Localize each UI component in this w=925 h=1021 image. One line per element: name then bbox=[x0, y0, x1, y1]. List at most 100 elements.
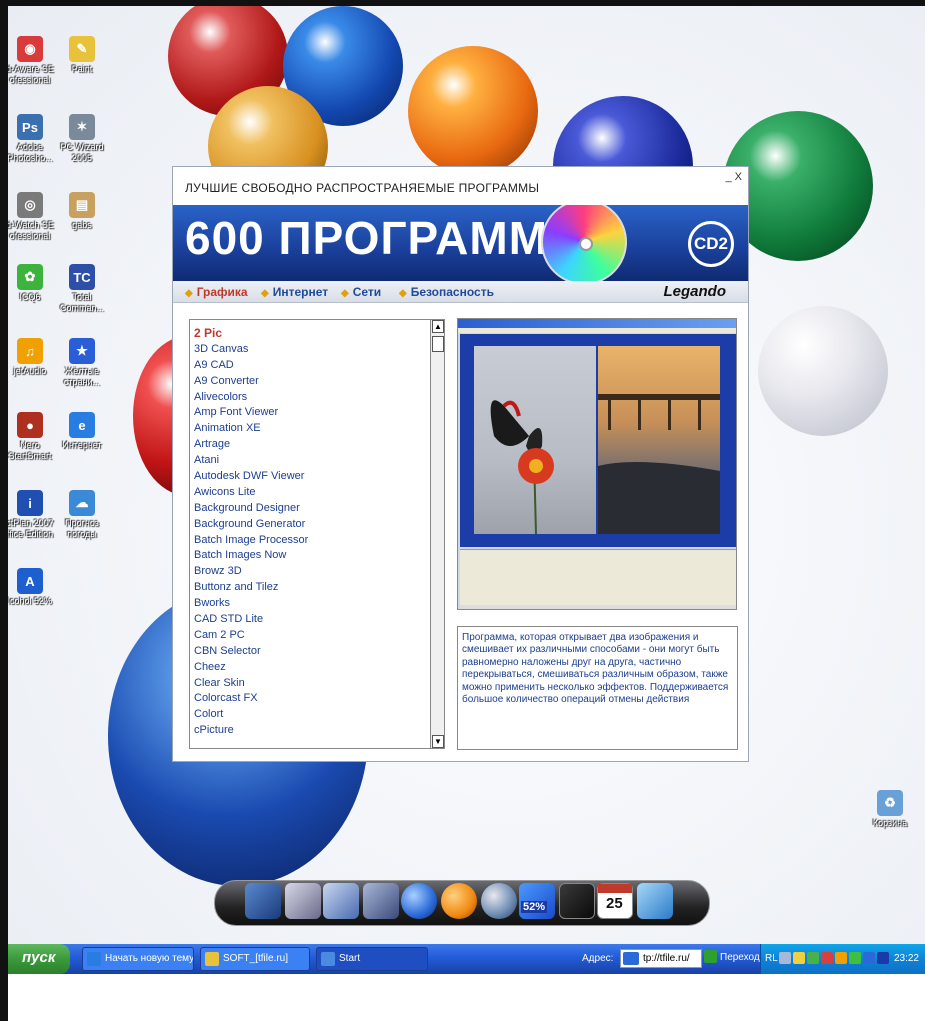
calendar-icon[interactable]: 25 bbox=[597, 883, 633, 919]
scroll-down-icon[interactable]: ▼ bbox=[432, 735, 444, 748]
tab-security[interactable]: ◆ Безопасность bbox=[399, 285, 494, 299]
program-list-item[interactable]: Amp Font Viewer bbox=[194, 405, 424, 421]
scroll-thumb[interactable] bbox=[432, 336, 444, 352]
tray-app-icon[interactable] bbox=[863, 952, 875, 964]
desktop-icon-label: Total Comman... bbox=[59, 292, 104, 313]
desktop-icon[interactable]: ▤ gabs bbox=[50, 192, 114, 231]
tray-app-icon[interactable] bbox=[877, 952, 889, 964]
desktop-icon[interactable]: ★ Жёлтые страни... bbox=[50, 338, 114, 388]
list-scrollbar[interactable]: ▲ ▼ bbox=[430, 320, 444, 748]
tray-back-icon[interactable] bbox=[779, 952, 791, 964]
globe-icon[interactable] bbox=[401, 883, 437, 919]
tab-internet[interactable]: ◆ Интернет bbox=[261, 285, 328, 299]
tray-app-icon[interactable] bbox=[849, 952, 861, 964]
recycle-bin-label: Корзина bbox=[872, 818, 908, 828]
diamond-icon: ◆ bbox=[399, 288, 407, 299]
program-list-item[interactable]: Browz 3D bbox=[194, 564, 424, 580]
desktop-icon[interactable]: TC Total Comman... bbox=[50, 264, 114, 314]
desktop-icon[interactable]: ✶ PC Wizard 2005 bbox=[50, 114, 114, 164]
recycle-bin[interactable]: ♻ Корзина bbox=[858, 790, 922, 829]
program-list-item[interactable]: CBN Selector bbox=[194, 644, 424, 660]
program-list-item[interactable]: Alivecolors bbox=[194, 390, 424, 406]
program-list-item[interactable]: Batch Images Now bbox=[194, 548, 424, 564]
app-dock: 52% 25 bbox=[214, 880, 710, 926]
tray-app-icon[interactable] bbox=[821, 952, 833, 964]
desktop-icon-label: gabs bbox=[72, 220, 92, 230]
tray-app-icon[interactable] bbox=[793, 952, 805, 964]
task-start[interactable]: Start bbox=[316, 947, 428, 971]
program-list-item[interactable]: Cam 2 PC bbox=[194, 628, 424, 644]
category-tabs: ◆ Графика ◆ Интернет ◆ Сети ◆ Безопасность L… bbox=[173, 281, 748, 303]
address-bar[interactable]: tp://tfile.ru/ bbox=[620, 949, 702, 968]
folder-icon: ▤ bbox=[69, 192, 95, 218]
tray-language[interactable]: RL bbox=[765, 953, 778, 964]
taskbar: пуск Начать новую тему ... SOFT_[tfile.r… bbox=[8, 944, 925, 974]
program-list[interactable]: 2 Pic 3D Canvas A9 CAD A9 Converter Alivecol… bbox=[189, 319, 445, 749]
program-list-item[interactable]: Background Generator bbox=[194, 517, 424, 533]
program-list-item[interactable]: Autodesk DWF Viewer bbox=[194, 469, 424, 485]
program-list-item[interactable]: Clear Skin bbox=[194, 676, 424, 692]
calendar-day: 25 bbox=[606, 895, 623, 912]
task-forum[interactable]: Начать новую тему ... bbox=[82, 947, 194, 971]
banner-title: 600 ПРОГРАММ bbox=[185, 212, 549, 264]
program-list-item[interactable]: Cheez bbox=[194, 660, 424, 676]
network-icon[interactable] bbox=[637, 883, 673, 919]
go-button[interactable]: Переход bbox=[704, 949, 760, 963]
program-list-item[interactable]: Bworks bbox=[194, 596, 424, 612]
program-list-item[interactable]: Artrage bbox=[194, 437, 424, 453]
task-soft-folder[interactable]: SOFT_[tfile.ru] bbox=[200, 947, 310, 971]
desktop-icon[interactable]: ☁ Прогноз погоды bbox=[50, 490, 114, 540]
desktop-icon[interactable]: ✎ Paint bbox=[50, 36, 114, 75]
preview-titlebar bbox=[458, 319, 736, 328]
info-icon: i bbox=[17, 490, 43, 516]
program-list-item[interactable]: Animation XE bbox=[194, 421, 424, 437]
description-text: Программа, которая открывает два изображ… bbox=[462, 632, 729, 706]
program-list-item[interactable]: Buttonz and Tilez bbox=[194, 580, 424, 596]
page-icon bbox=[623, 952, 639, 965]
tab-label: Сети bbox=[352, 285, 382, 299]
program-list-item[interactable]: A9 CAD bbox=[194, 358, 424, 374]
program-list-item[interactable]: Colorcast FX bbox=[194, 691, 424, 707]
program-list-item[interactable]: Background Designer bbox=[194, 501, 424, 517]
alcohol-dock-icon[interactable]: 52% bbox=[519, 883, 555, 919]
program-list-item[interactable]: CAD STD Lite bbox=[194, 612, 424, 628]
program-list-item[interactable]: cPicture bbox=[194, 723, 424, 739]
camera-icon[interactable] bbox=[285, 883, 321, 919]
program-list-item[interactable]: Atani bbox=[194, 453, 424, 469]
paint-icon: ✎ bbox=[69, 36, 95, 62]
program-list-item[interactable]: Awicons Lite bbox=[194, 485, 424, 501]
media-center-icon[interactable] bbox=[559, 883, 595, 919]
monitor-icon[interactable] bbox=[245, 883, 281, 919]
tab-label: Безопасность bbox=[410, 285, 494, 299]
go-arrow-icon bbox=[704, 950, 717, 963]
tray-app-icon[interactable] bbox=[807, 952, 819, 964]
task-label: Начать новую тему ... bbox=[105, 953, 194, 964]
documents-icon[interactable] bbox=[323, 883, 359, 919]
media-icon[interactable] bbox=[481, 883, 517, 919]
desktop-icon[interactable]: e Интернет bbox=[50, 412, 114, 451]
pier-image bbox=[598, 346, 720, 534]
butterfly-image bbox=[474, 346, 596, 534]
internet-explorer-icon: e bbox=[69, 412, 95, 438]
tray-app-icon[interactable] bbox=[835, 952, 847, 964]
jetaudio-icon: ♫ bbox=[17, 338, 43, 364]
window-controls[interactable]: _ X bbox=[725, 171, 742, 183]
tab-networks[interactable]: ◆ Сети bbox=[341, 285, 381, 299]
bottom-margin bbox=[8, 974, 925, 1021]
program-list-item[interactable]: A9 Converter bbox=[194, 374, 424, 390]
photoshop-icon: Ps bbox=[17, 114, 43, 140]
start-button[interactable]: пуск bbox=[8, 944, 70, 974]
aimp-icon[interactable] bbox=[441, 883, 477, 919]
system-tray: RL 23:22 bbox=[760, 944, 925, 974]
preview-controls bbox=[460, 549, 736, 605]
program-list-item[interactable]: 2 Pic bbox=[194, 326, 424, 342]
tab-graphics[interactable]: ◆ Графика bbox=[185, 285, 248, 299]
desktop-icon[interactable]: Alcohol 52% bbox=[8, 568, 62, 607]
recycle-bin-icon: ♻ bbox=[877, 790, 903, 816]
magnifier-icon: ◎ bbox=[17, 192, 43, 218]
program-list-item[interactable]: 3D Canvas bbox=[194, 342, 424, 358]
music-icon[interactable] bbox=[363, 883, 399, 919]
program-list-item[interactable]: Batch Image Processor bbox=[194, 533, 424, 549]
scroll-up-icon[interactable]: ▲ bbox=[432, 320, 444, 333]
program-list-item[interactable]: Colort bbox=[194, 707, 424, 723]
